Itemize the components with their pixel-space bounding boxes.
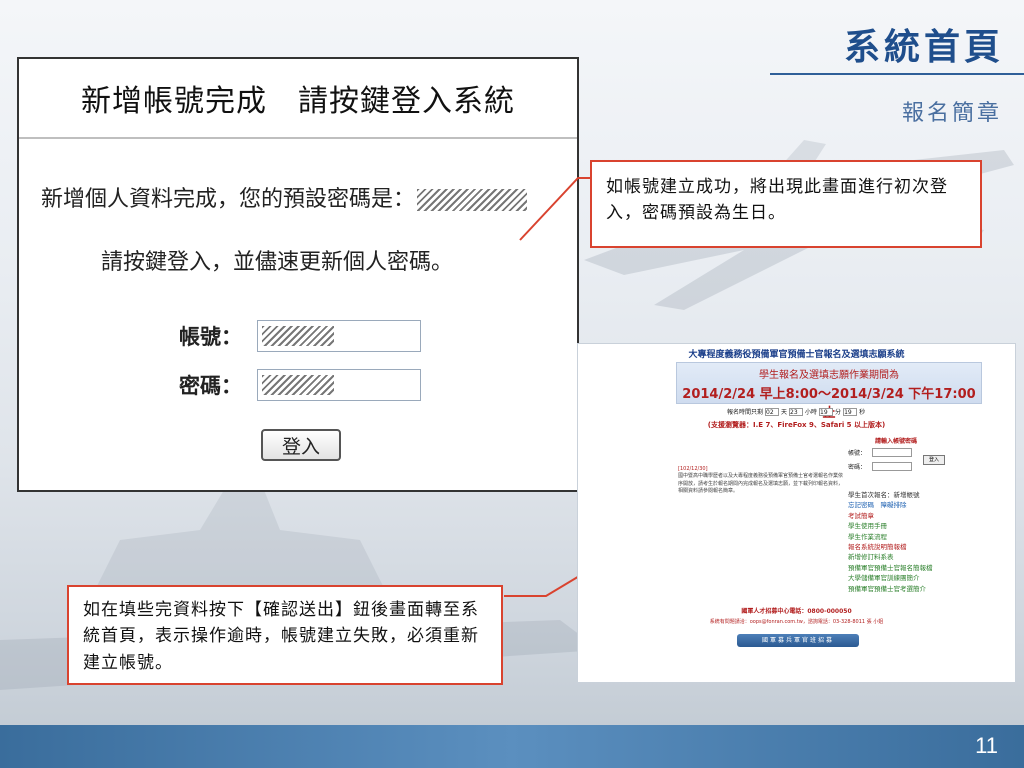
thumb-hours-box: 23 <box>789 407 804 416</box>
thumb-login-title: 請輸入帳號密碼 <box>875 438 918 445</box>
thumb-time-prefix: 報名時間只剩 <box>727 409 764 416</box>
panel-heading: 新增帳號完成 請按鍵登入系統 <box>19 59 577 139</box>
thumb-seconds-label: 秒 <box>859 409 866 416</box>
slide-subtitle: 報名簡章 <box>901 101 1002 126</box>
thumb-contact-email: 系統有問題請洽：oops@fonran.com.tw，諮詢電話：03-328-8… <box>709 619 884 625</box>
thumb-contact-phone: 國軍人才招募中心電話：0800-000050 <box>741 608 852 615</box>
login-instruction-message: 請按鍵登入，並儘速更新個人密碼。 <box>101 250 454 275</box>
thumb-minutes-box: 19 <box>819 407 834 416</box>
thumb-browser-note: (支援瀏覽器：I.E 7、FireFox 9、Safari 5 以上版本) <box>707 421 886 429</box>
thumb-period-line: 學生報名及選填志願作業期間為 <box>759 370 899 381</box>
account-input[interactable] <box>257 320 421 352</box>
thumb-link-list: 學生首次報名：新增帳號 忘記密碼 障礙排除 考試簡章 學生使用手冊 學生作業流程… <box>848 490 1008 594</box>
thumb-account-input[interactable] <box>872 448 913 457</box>
thumb-link-workflow[interactable]: 學生作業流程 <box>848 532 1008 542</box>
thumb-login-button[interactable]: 登入 <box>923 455 945 465</box>
thumb-days-box: 02 <box>765 407 780 416</box>
thumb-link-rotc-intro[interactable]: 大學儲備軍官訓練團簡介 <box>848 573 1008 583</box>
slide-title: 系統首頁 <box>843 26 1004 68</box>
password-row: 密碼： <box>179 369 421 401</box>
page-number: 11 <box>975 733 998 758</box>
thumb-account-row: 帳號： <box>848 448 913 457</box>
account-created-panel: 新增帳號完成 請按鍵登入系統 新增個人資料完成，您的預設密碼是： 請按鍵登入，並… <box>17 57 579 492</box>
thumb-link-officer-briefing[interactable]: 預備軍官預備士官報名簡報檔 <box>848 563 1008 573</box>
thumb-link-user-manual[interactable]: 學生使用手冊 <box>848 521 1008 531</box>
thumb-link-forgot-password[interactable]: 忘記密碼 障礙排除 <box>848 500 1008 510</box>
thumb-password-input[interactable] <box>872 462 913 471</box>
login-button[interactable]: 登入 <box>261 429 341 461</box>
thumb-link-revised-table[interactable]: 新增修訂料系表 <box>848 552 1008 562</box>
account-row: 帳號： <box>179 320 421 352</box>
thumb-password-label: 密碼： <box>848 464 867 471</box>
thumb-period-box: 學生報名及選填志願作業期間為 2014/2/24 早上8:00～2014/3/2… <box>676 362 982 421</box>
thumb-system-title: 大專程度義務役預備軍官預備士官報名及選填志願系統 <box>688 350 905 360</box>
thumb-hours-label: 小時 <box>805 409 818 416</box>
thumb-password-row: 密碼： <box>848 462 913 471</box>
thumb-account-label: 帳號： <box>848 450 867 457</box>
thumb-link-new-account[interactable]: 學生首次報名：新增帳號 <box>848 490 1008 500</box>
thumb-news: [102/12/30] 國中暨高中職學歷者以及大專程度義務役預備軍官預備士官考選… <box>678 466 846 495</box>
thumb-days-label: 天 <box>781 409 788 416</box>
thumb-recruit-banner[interactable]: 國軍募兵軍官班招募 <box>737 634 859 647</box>
callout-timeout-failure: 如在填些完資料按下【確認送出】鈕後畫面轉至系統首頁，表示操作逾時，帳號建立失敗，… <box>67 585 503 685</box>
footer-bar: 11 <box>0 725 1024 768</box>
thumb-time-remaining: 報名時間只剩 02 天 23 小時 19 分 19 秒 <box>727 407 865 416</box>
masked-password-field <box>262 375 334 395</box>
account-label: 帳號： <box>179 325 242 349</box>
system-homepage-thumbnail: 大專程度義務役預備軍官預備士官報名及選填志願系統 學生報名及選填志願作業期間為 … <box>577 343 1016 683</box>
thumb-seconds-box: 19 <box>843 407 858 416</box>
password-label: 密碼： <box>179 374 242 398</box>
thumb-link-brochure[interactable]: 考試簡章 <box>848 511 1008 521</box>
thumb-news-text: 國中暨高中職學歷者以及大專程度義務役預備軍官預備士官考選報名作業依序開放，請考生… <box>678 473 844 494</box>
callout-account-success: 如帳號建立成功，將出現此畫面進行初次登入，密碼預設為生日。 <box>590 160 982 248</box>
masked-account <box>262 326 334 346</box>
title-underline <box>770 73 1024 75</box>
thumb-link-selection-intro[interactable]: 預備軍官預備士官考選簡介 <box>848 584 1008 594</box>
default-password-text: 新增個人資料完成，您的預設密碼是： <box>41 187 416 212</box>
thumb-link-briefing[interactable]: 報名系統說明簡報檔 <box>848 542 1008 552</box>
masked-password <box>417 189 528 211</box>
thumb-minutes-label: 分 <box>835 409 842 416</box>
password-input[interactable] <box>257 369 421 401</box>
default-password-message: 新增個人資料完成，您的預設密碼是： <box>41 181 528 213</box>
